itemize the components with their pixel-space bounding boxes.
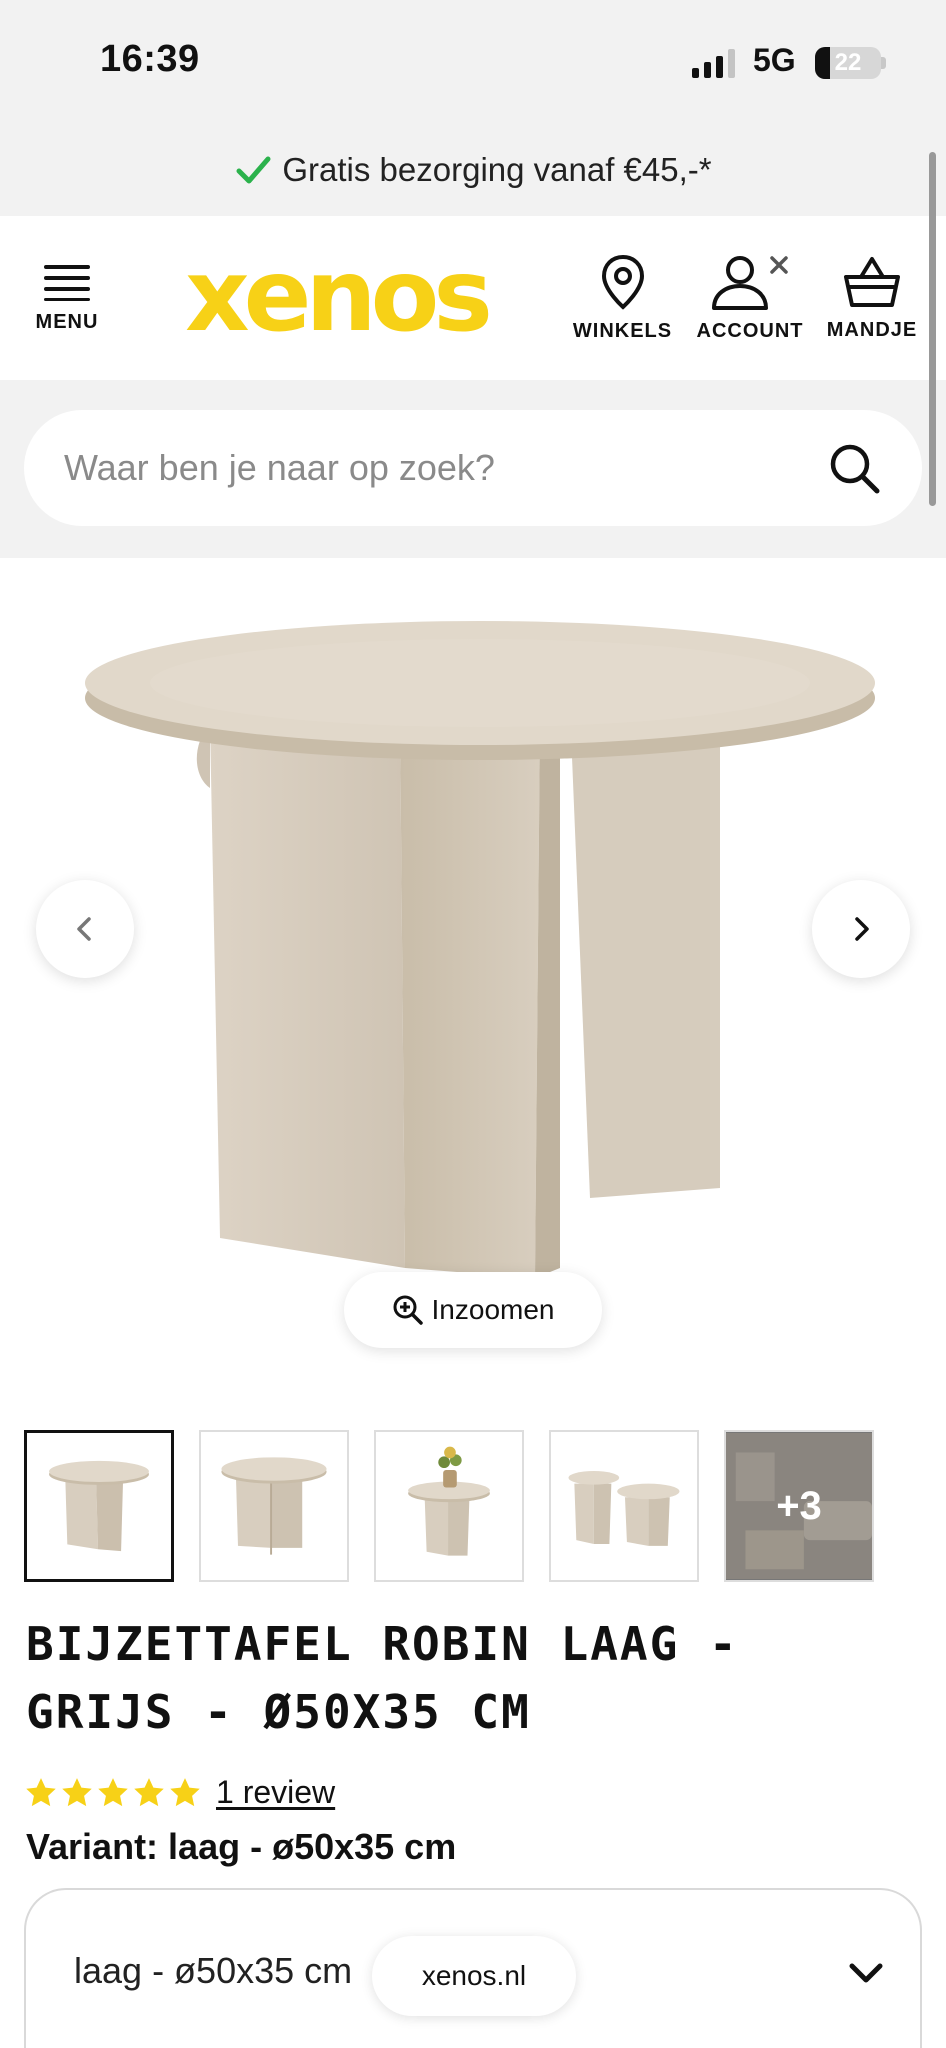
review-link[interactable]: 1 review (216, 1774, 335, 1811)
product-gallery: Inzoomen (0, 558, 946, 1358)
previous-image-button[interactable] (36, 880, 134, 978)
menu-label: MENU (35, 310, 99, 333)
account-label: ACCOUNT (696, 319, 804, 342)
chevron-left-icon (77, 917, 91, 941)
battery-level: 22 (834, 49, 862, 76)
search-band (0, 380, 946, 558)
star-icon (98, 1777, 128, 1806)
hamburger-icon (44, 264, 90, 301)
stores-label: WINKELS (572, 319, 673, 342)
thumbnail-2[interactable] (199, 1430, 349, 1582)
next-image-button[interactable] (812, 880, 910, 978)
check-icon (236, 156, 271, 184)
status-time: 16:39 (100, 38, 200, 80)
search-box[interactable] (24, 410, 922, 526)
thumbnail-3[interactable] (374, 1430, 524, 1582)
location-pin-icon (601, 254, 644, 310)
star-rating (24, 1776, 202, 1810)
xenos-logo[interactable]: xenos (168, 254, 504, 346)
chevron-right-icon (855, 917, 869, 941)
thumbnail-table-image (221, 1457, 327, 1555)
variant-selected-value: laag - ø50x35 cm (74, 1950, 353, 1991)
thumbnail-more[interactable]: +3 (724, 1430, 874, 1582)
stores-button[interactable]: WINKELS (570, 216, 675, 380)
battery-icon: 22 (815, 47, 881, 79)
menu-button[interactable]: MENU (24, 216, 110, 380)
thumbnail-4[interactable] (549, 1430, 699, 1582)
star-icon (62, 1777, 92, 1806)
thumbnail-table-image (49, 1460, 149, 1552)
zoom-in-icon (393, 1295, 423, 1325)
basket-icon (844, 256, 900, 307)
product-image[interactable] (70, 578, 890, 1338)
star-icon (26, 1777, 56, 1806)
chevron-down-icon (849, 1963, 883, 1983)
network-type: 5G (753, 42, 796, 78)
product-rating: 1 review (24, 1774, 335, 1811)
search-input[interactable] (64, 447, 826, 489)
user-logged-out-icon (712, 255, 788, 310)
product-title: BIJZETTAFEL ROBIN LAAG - GRIJS - Ø50X35 … (26, 1617, 739, 1739)
page-scrollbar[interactable] (929, 152, 936, 506)
zoom-button[interactable]: Inzoomen (344, 1272, 602, 1348)
browser-address-pill[interactable]: xenos.nl (372, 1936, 576, 2016)
battery-tip (881, 57, 886, 69)
cart-button[interactable]: MANDJE (822, 216, 922, 380)
site-header: MENU xenos WINKELS ACCOUNT MANDJE (0, 216, 946, 380)
thumbnail-1[interactable] (24, 1430, 174, 1582)
promo-banner: Gratis bezorging vanaf €45,-* (0, 124, 946, 216)
status-bar: 16:39 5G 22 (0, 0, 946, 124)
star-icon (134, 1777, 164, 1806)
account-button[interactable]: ACCOUNT (690, 216, 810, 380)
zoom-label: Inzoomen (431, 1294, 555, 1325)
star-icon (170, 1777, 200, 1806)
thumbnail-table-plant-image (408, 1446, 490, 1556)
logo-text: xenos (185, 254, 488, 346)
browser-domain: xenos.nl (421, 1960, 527, 1991)
signal-icon (692, 49, 735, 78)
search-icon[interactable] (826, 440, 882, 496)
thumbnail-two-tables-image (568, 1470, 680, 1546)
more-images-count: +3 (776, 1484, 822, 1528)
promo-text: Gratis bezorging vanaf €45,-* (282, 151, 712, 188)
cart-label: MANDJE (826, 318, 918, 341)
variant-label: Variant: laag - ø50x35 cm (26, 1826, 457, 1867)
